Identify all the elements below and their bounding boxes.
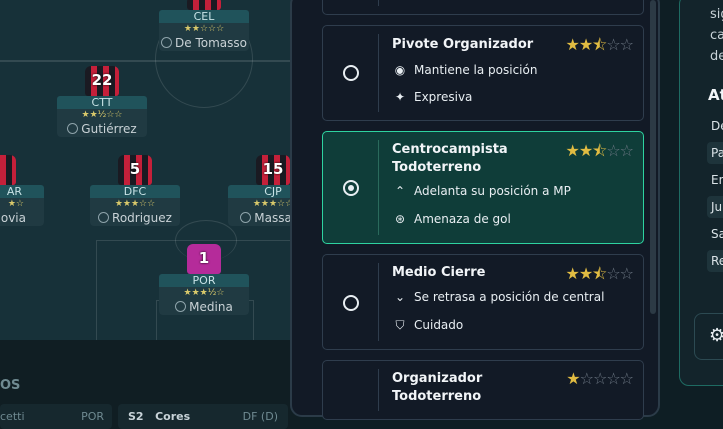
player-stars: ★★★½☆ [159,287,249,299]
role-attribute: ◉ Mantiene la posición [392,63,538,77]
role-card-pivote-organizador[interactable]: Pivote Organizador ★★⯪☆☆ ◉ Mantiene la po… [322,25,644,121]
player-name: Rodriguez [90,210,180,226]
player-shirt [187,0,221,10]
row-slot: S2 [128,410,144,423]
player-position: DFC [90,185,180,198]
attribute-row: Re [707,250,723,272]
player-stars: ★☆ [0,198,44,210]
role-title: Pivote Organizador [392,37,534,52]
attribute-row: Pa [707,142,723,164]
role-stars: ★★⯪☆☆ [565,35,634,54]
role-title: Medio Cierre [392,265,486,280]
role-card-organizador-todoterreno[interactable]: Organizador Todoterreno ★☆☆☆☆ [322,360,644,420]
player-position: CTT [57,96,147,109]
player-name: ovia [0,210,44,226]
player-stars: ★★☆☆☆ [159,23,249,35]
hold-position-icon: ◉ [394,63,406,77]
row-player-pos: POR [81,410,104,423]
sparkle-icon: ✦ [394,90,406,104]
attributes-heading: At [708,86,723,104]
role-stars: ★★⯪☆☆ [565,141,634,160]
player-shirt [0,155,16,185]
attribute-row: De [711,119,723,133]
retreat-icon: ⌄ [394,290,406,304]
role-card-centrocampista-todoterreno[interactable]: Centrocampista Todoterreno ★★⯪☆☆ ⌃ Adelan… [322,131,644,244]
scrollbar[interactable] [650,0,656,314]
attribute-row: En [711,173,723,187]
player-shirt: 1 [187,244,221,274]
description-text: ca [710,28,723,43]
role-attribute: ⌄ Se retrasa a posición de central [392,290,604,304]
role-attribute: ⊛ Amenaza de gol [392,212,511,226]
description-text: sig [710,7,723,22]
advance-icon: ⌃ [394,184,406,198]
player-position: AR [0,185,44,198]
player-stars: ★★★☆☆ [90,198,180,210]
table-row[interactable]: S2 Cores DF (D) [118,404,288,429]
player-shirt: 15 [256,155,290,185]
role-stars: ★★⯪☆☆ [565,264,634,283]
attribute-row: Sa [711,227,723,241]
tactics-pitch: CEL ★★☆☆☆ De Tomasso 22 CTT ★★½☆☆ Gutiér… [0,0,300,340]
role-radio[interactable] [343,65,359,81]
card-divider [378,263,379,341]
player-position: POR [159,274,249,287]
card-divider [378,369,379,411]
description-text: de [710,49,723,64]
card-divider [378,140,379,235]
player-shirt: 22 [85,66,119,96]
role-radio[interactable] [343,295,359,311]
player-card-dfc[interactable]: 5 DFC ★★★☆☆ Rodriguez [90,155,180,226]
section-title: OS [0,378,21,393]
player-shirt: 5 [118,155,152,185]
player-icon [175,301,187,312]
role-attribute: ⛉ Cuidado [392,318,463,333]
player-icon [240,212,252,223]
player-position: CEL [159,10,249,23]
player-card-cel[interactable]: CEL ★★☆☆☆ De Tomasso [159,0,249,51]
role-radio-selected[interactable] [343,180,359,196]
role-card-previous[interactable] [322,0,644,15]
gear-icon: ⚙ [709,325,723,346]
role-stars: ★☆☆☆☆ [566,369,634,388]
row-player-name: cetti [0,410,25,423]
player-card-ar[interactable]: AR ★☆ ovia [0,155,44,226]
player-stars: ★★½☆☆ [57,109,147,121]
role-attribute: ✦ Expresiva [392,90,472,104]
goal-threat-icon: ⊛ [394,212,406,226]
player-name: Gutiérrez [57,121,147,137]
player-name: Medina [159,299,249,315]
action-box[interactable]: ⚙ [694,313,723,360]
shield-icon: ⛉ [395,318,405,332]
role-title: Organizador Todoterreno [392,371,483,404]
player-icon [67,123,79,134]
role-attribute: ⌃ Adelanta su posición a MP [392,184,571,198]
player-card-por[interactable]: 1 POR ★★★½☆ Medina [159,244,249,315]
card-divider [378,0,379,6]
row-player-pos: DF (D) [242,410,278,423]
player-name: De Tomasso [159,35,249,51]
role-card-medio-cierre[interactable]: Medio Cierre ★★⯪☆☆ ⌄ Se retrasa a posició… [322,254,644,350]
attribute-row: Ju [707,196,723,218]
row-player-name: Cores [155,410,191,423]
halfway-line [0,60,300,62]
player-card-ctt[interactable]: 22 CTT ★★½☆☆ Gutiérrez [57,66,147,137]
table-row[interactable]: cetti POR [0,404,112,429]
role-title: Centrocampista Todoterreno [392,142,508,175]
card-divider [378,34,379,112]
player-icon [161,37,173,48]
player-icon [98,212,110,223]
